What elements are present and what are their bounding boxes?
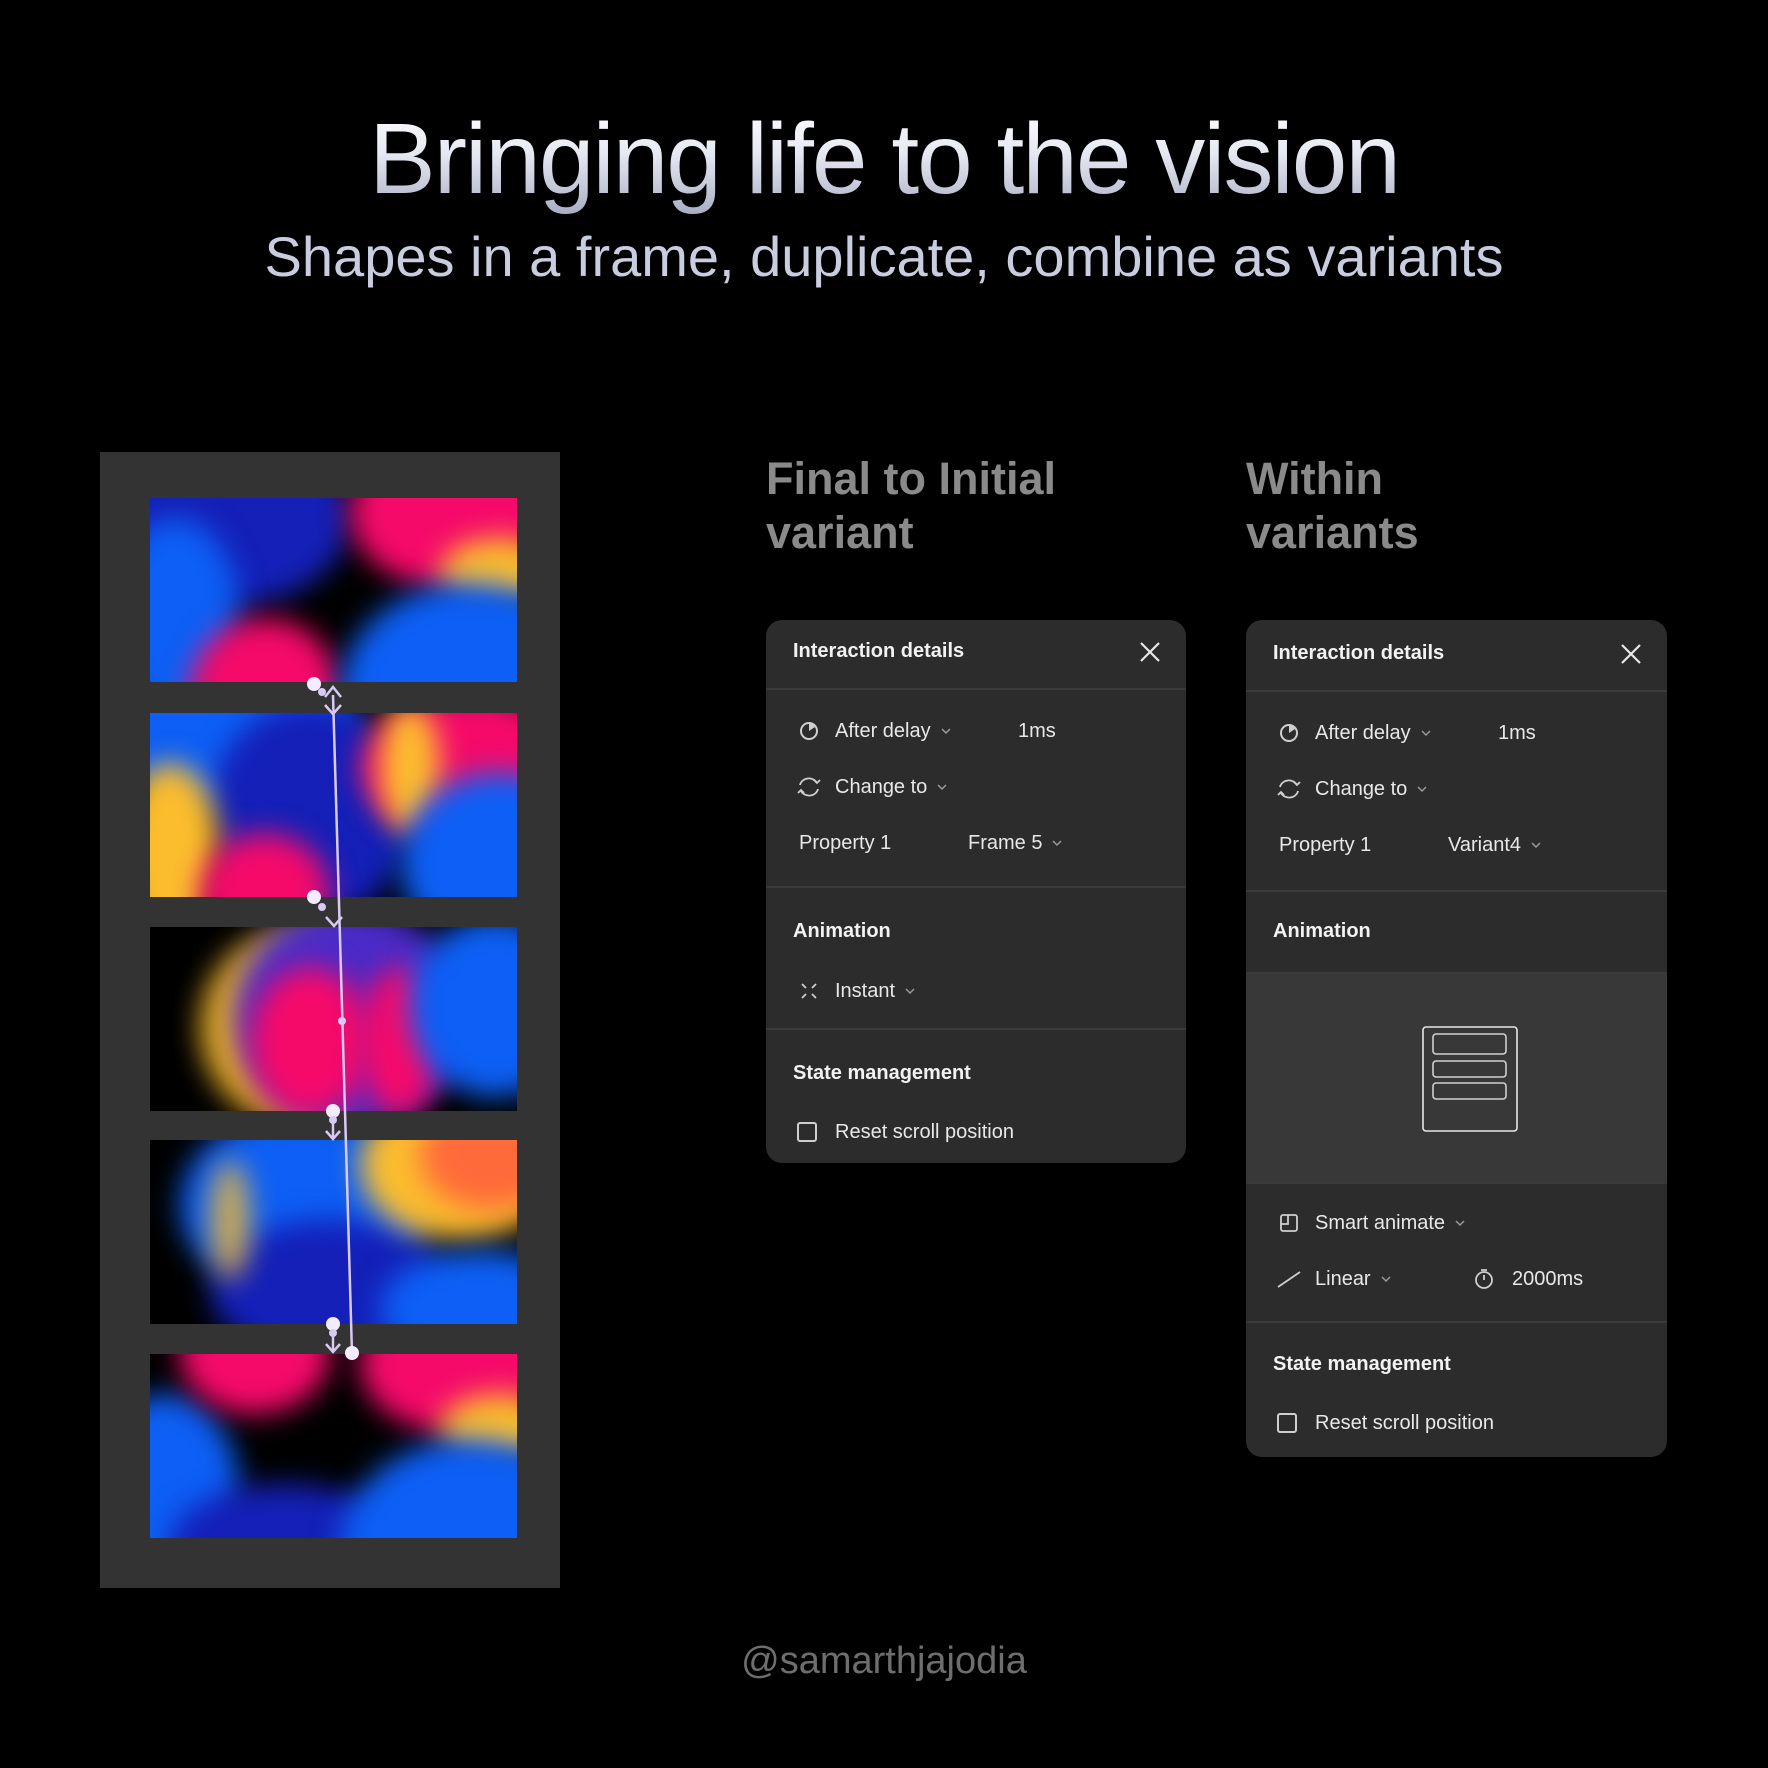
page-subtitle: Shapes in a frame, duplicate, combine as… [264, 225, 1504, 288]
easing-label: Linear [1315, 1267, 1371, 1290]
property-value-dropdown[interactable]: Frame 5 [968, 828, 1064, 858]
linear-easing-icon [1277, 1271, 1301, 1288]
swap-icon [1277, 779, 1301, 799]
reset-scroll-text: Reset scroll position [835, 1120, 1014, 1143]
chevron-down-icon [937, 784, 947, 791]
panel-title: Interaction details [793, 640, 965, 662]
close-icon[interactable] [1617, 640, 1645, 668]
heading-line-1: Within [1246, 453, 1384, 504]
variant-thumbnail-2[interactable] [150, 713, 517, 897]
property-name: Property 1 [1279, 833, 1372, 856]
page-title: Bringing life to the vision [0, 104, 1768, 214]
trigger-section: After delay 1ms Change to Property 1 Var… [1246, 692, 1667, 892]
heading-final-to-initial: Final to Initial variant [766, 452, 1056, 560]
animation-dropdown[interactable]: Instant [835, 976, 917, 1006]
animation-label: Smart animate [1315, 1211, 1446, 1234]
panel-header: Interaction details [766, 620, 1186, 690]
reset-scroll-label[interactable]: Reset scroll position [835, 1117, 1014, 1147]
delay-value: 1ms [1498, 721, 1536, 744]
heading-within-variants: Within variants [1246, 452, 1419, 560]
variant-thumbnail-3[interactable] [150, 927, 517, 1111]
variant-thumbnail-1[interactable] [150, 498, 517, 682]
chevron-down-icon [1455, 1220, 1465, 1227]
property-label: Property 1 [799, 828, 891, 858]
trigger-label: After delay [835, 719, 931, 742]
panel-title: Interaction details [1273, 642, 1445, 664]
animation-settings-section: Smart animate Linear 2000ms [1246, 1184, 1667, 1323]
animation-title: Animation [793, 920, 891, 942]
heading-line-2: variant [766, 507, 914, 558]
delay-input[interactable]: 1ms [1498, 718, 1536, 748]
action-label: Change to [835, 775, 928, 798]
chevron-down-icon [1421, 730, 1431, 737]
delay-input[interactable]: 1ms [1018, 716, 1056, 746]
chevron-down-icon [905, 988, 915, 995]
author-handle: @samarthjajodia [741, 1640, 1027, 1682]
chevron-down-icon [1052, 840, 1062, 847]
panel-header: Interaction details [1246, 620, 1667, 692]
stopwatch-icon [1475, 1269, 1493, 1289]
state-management-title: State management [1273, 1353, 1451, 1375]
action-dropdown[interactable]: Change to [835, 772, 949, 802]
timer-icon [800, 722, 818, 740]
reset-scroll-checkbox[interactable] [797, 1122, 817, 1142]
swap-icon [797, 777, 821, 797]
property-value: Frame 5 [968, 831, 1043, 854]
chevron-down-icon [1417, 786, 1427, 793]
variants-frame[interactable] [100, 452, 560, 1588]
property-label: Property 1 [1279, 830, 1371, 860]
interaction-details-panel-within: Interaction details After delay 1ms Chan… [1246, 620, 1667, 1457]
smart-animate-icon [1280, 1214, 1298, 1232]
action-dropdown[interactable]: Change to [1315, 774, 1429, 804]
chevron-down-icon [1381, 1276, 1391, 1283]
animation-title: Animation [1273, 920, 1371, 942]
chevron-down-icon [1531, 842, 1541, 849]
reset-scroll-checkbox[interactable] [1277, 1413, 1297, 1433]
property-value: Variant4 [1448, 833, 1522, 856]
interaction-details-panel-final: Interaction details After delay 1ms Chan… [766, 620, 1186, 1163]
heading-line-2: variants [1246, 507, 1419, 558]
animation-label: Instant [835, 979, 896, 1002]
animation-dropdown[interactable]: Smart animate [1315, 1208, 1467, 1238]
delay-value: 1ms [1018, 719, 1056, 742]
chevron-down-icon [941, 728, 951, 735]
state-management-section: State management Reset scroll position [1246, 1323, 1667, 1457]
smart-animate-preview-icon [1422, 1026, 1518, 1132]
state-management-section: State management Reset scroll position [766, 1030, 1186, 1163]
easing-dropdown[interactable]: Linear [1315, 1264, 1393, 1294]
reset-scroll-label[interactable]: Reset scroll position [1315, 1408, 1494, 1438]
trigger-section: After delay 1ms Change to Property 1 Fra… [766, 690, 1186, 888]
trigger-dropdown[interactable]: After delay [1315, 718, 1433, 748]
instant-icon [801, 983, 817, 999]
animation-header-section: Animation [1246, 892, 1667, 974]
close-icon[interactable] [1136, 638, 1164, 666]
state-management-title: State management [793, 1062, 971, 1084]
property-value-dropdown[interactable]: Variant4 [1448, 830, 1543, 860]
timer-icon [1280, 724, 1298, 742]
action-label: Change to [1315, 777, 1408, 800]
trigger-dropdown[interactable]: After delay [835, 716, 953, 746]
variant-thumbnail-4[interactable] [150, 1140, 517, 1324]
duration-input[interactable]: 2000ms [1512, 1264, 1583, 1294]
animation-section: Animation Instant [766, 888, 1186, 1030]
property-name: Property 1 [799, 831, 892, 854]
heading-line-1: Final to Initial [766, 453, 1056, 504]
trigger-label: After delay [1315, 721, 1411, 744]
duration-value: 2000ms [1512, 1267, 1584, 1290]
variant-thumbnail-5[interactable] [150, 1354, 517, 1538]
reset-scroll-text: Reset scroll position [1315, 1411, 1494, 1434]
animation-preview [1246, 974, 1667, 1184]
